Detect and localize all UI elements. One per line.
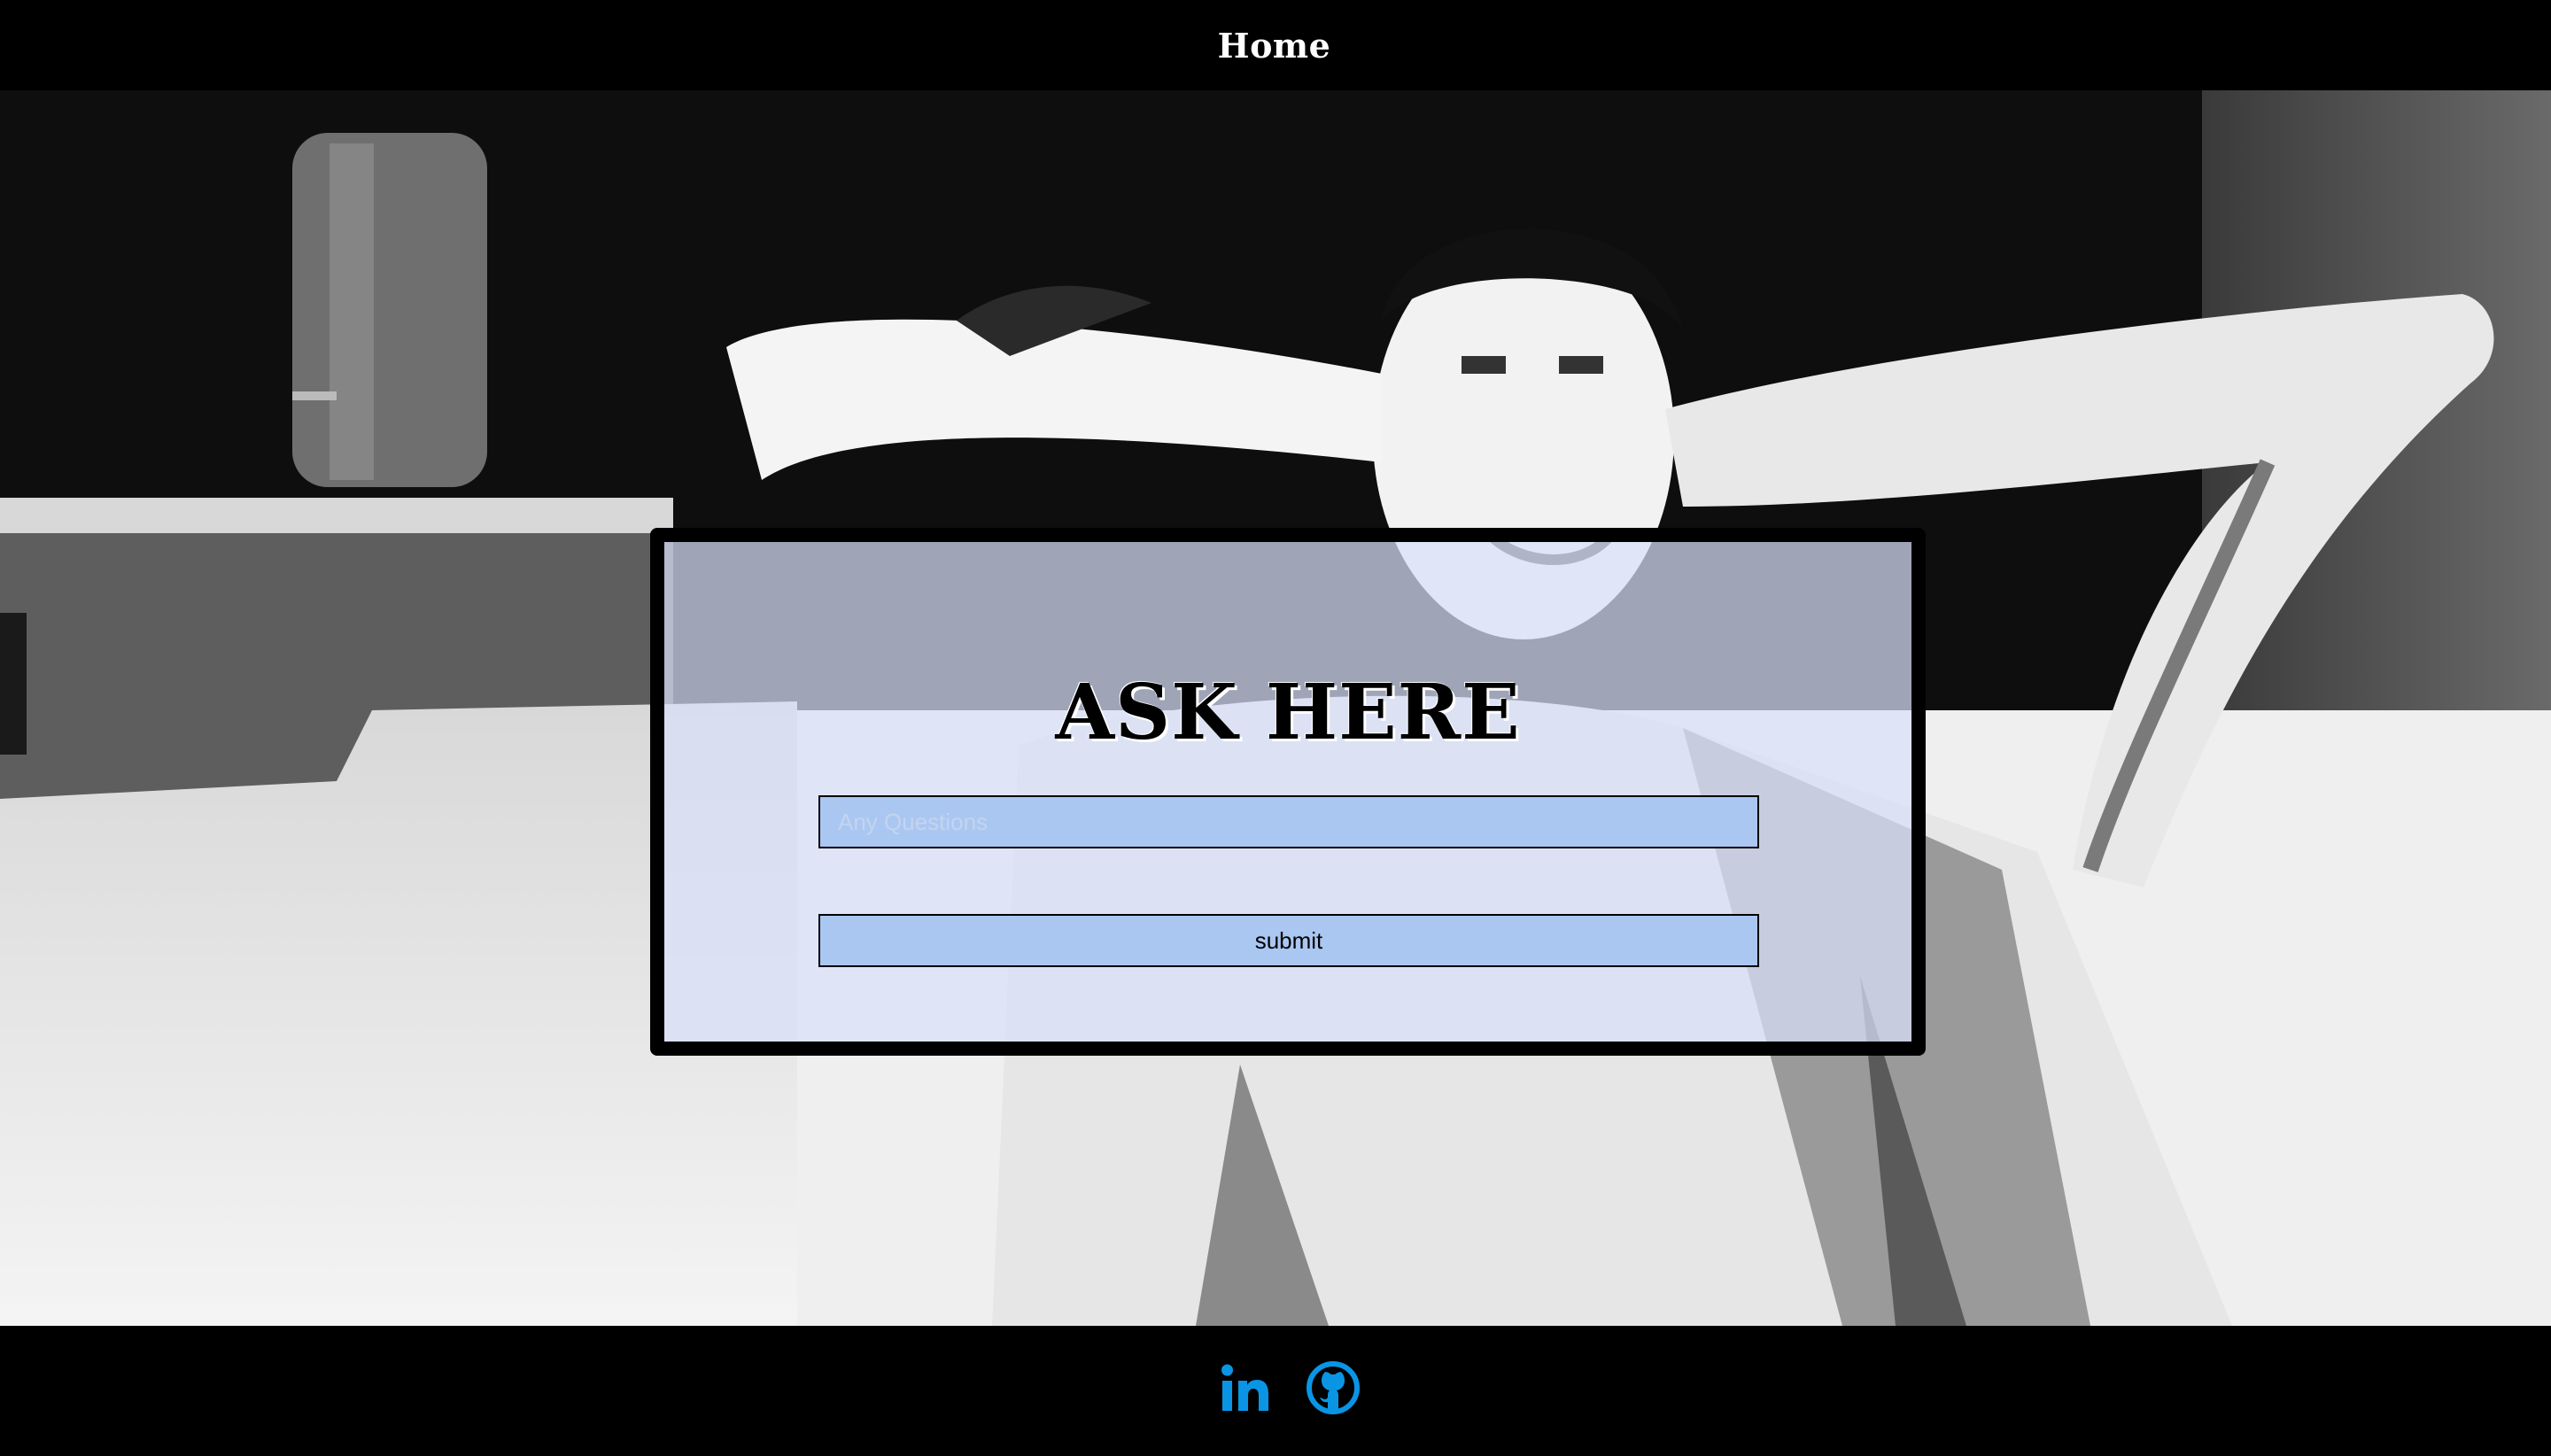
linkedin-icon xyxy=(1221,1364,1268,1411)
hero-background: ASK HERE submit xyxy=(0,90,2551,1326)
github-icon xyxy=(1307,1361,1360,1414)
submit-button[interactable]: submit xyxy=(818,914,1759,967)
github-link[interactable] xyxy=(1307,1361,1360,1414)
linkedin-link[interactable] xyxy=(1219,1361,1272,1414)
question-form-card: ASK HERE submit xyxy=(650,528,1926,1056)
footer xyxy=(0,1326,2551,1456)
form-title: ASK HERE xyxy=(1055,668,1521,757)
question-input[interactable] xyxy=(818,795,1759,848)
nav-home-link[interactable]: Home xyxy=(1218,26,1331,66)
top-navigation: Home xyxy=(0,0,2551,90)
